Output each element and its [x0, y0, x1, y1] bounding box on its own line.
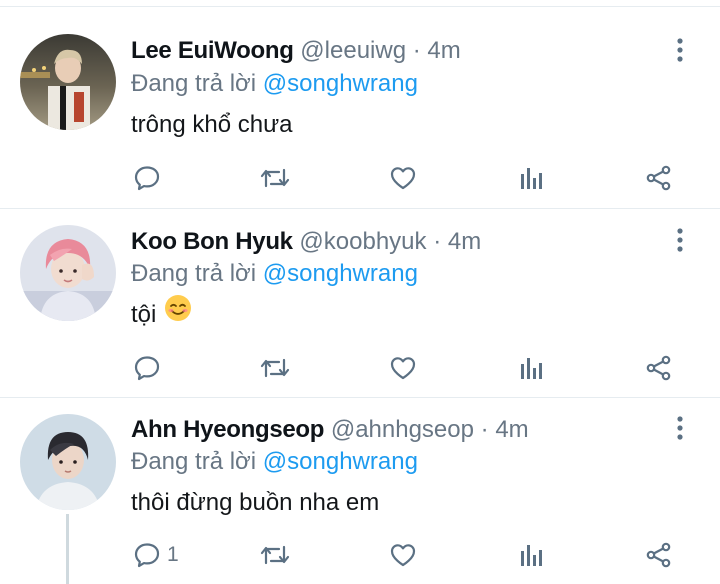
share-icon: [645, 164, 673, 192]
like-icon: [389, 541, 417, 569]
user-handle[interactable]: @ahnhgseop: [331, 416, 474, 443]
share-icon: [645, 541, 673, 569]
avatar[interactable]: [20, 414, 116, 510]
retweet-icon: [259, 541, 291, 569]
share-button[interactable]: [645, 348, 673, 388]
display-name[interactable]: Lee EuiWoong: [131, 37, 294, 64]
reply-thread: Lee EuiWoong @leeuiwg · 4m Đang trả lời …: [0, 0, 720, 584]
reply-count: 1: [167, 543, 179, 566]
reply-button[interactable]: [133, 158, 161, 198]
timestamp[interactable]: 4m: [448, 228, 481, 255]
more-options-button[interactable]: [664, 36, 696, 68]
tweet-text: tội: [131, 294, 192, 332]
retweet-icon: [259, 164, 291, 192]
analytics-button[interactable]: [519, 158, 545, 198]
like-icon: [389, 354, 417, 382]
separator-dot: ·: [480, 416, 489, 443]
share-button[interactable]: [645, 535, 673, 575]
replying-to: Đang trả lời @songhwrang: [131, 446, 418, 478]
user-handle[interactable]: @koobhyuk: [299, 228, 426, 255]
user-handle[interactable]: @leeuiwg: [300, 37, 406, 64]
reply-button[interactable]: [133, 348, 161, 388]
like-button[interactable]: [389, 158, 417, 198]
analytics-icon: [519, 355, 545, 381]
avatar[interactable]: [20, 34, 116, 130]
mention-link[interactable]: @songhwrang: [263, 260, 418, 287]
tweet-text-content: thôi đừng buồn nha em: [131, 489, 380, 516]
share-button[interactable]: [645, 158, 673, 198]
mention-link[interactable]: @songhwrang: [263, 448, 418, 475]
tweet-text: thôi đừng buồn nha em: [131, 486, 379, 520]
tweet-actions: [0, 158, 720, 198]
analytics-button[interactable]: [519, 535, 545, 575]
reply-prefix: Đang trả lời: [131, 448, 257, 475]
reply-icon: [133, 164, 161, 192]
tweet-header: Koo Bon Hyuk @koobhyuk · 4m: [131, 226, 481, 258]
tweet-header: Ahn Hyeongseop @ahnhgseop · 4m: [131, 414, 529, 446]
display-name[interactable]: Ahn Hyeongseop: [131, 416, 324, 443]
timestamp[interactable]: 4m: [427, 37, 460, 64]
share-icon: [645, 354, 673, 382]
tweet-header: Lee EuiWoong @leeuiwg · 4m: [131, 35, 461, 67]
tweet-actions: 1: [0, 535, 720, 575]
mention-link[interactable]: @songhwrang: [263, 70, 418, 97]
avatar[interactable]: [20, 225, 116, 321]
more-options-button[interactable]: [664, 414, 696, 446]
more-vertical-icon: [676, 37, 684, 67]
reply-button[interactable]: 1: [133, 535, 179, 575]
tweet-card[interactable]: Ahn Hyeongseop @ahnhgseop · 4m Đang trả …: [0, 398, 720, 584]
reply-icon: [133, 354, 161, 382]
more-options-button[interactable]: [664, 226, 696, 258]
tweet-text-content: tội: [131, 301, 157, 328]
reply-prefix: Đang trả lời: [131, 260, 257, 287]
reply-icon: [133, 541, 161, 569]
analytics-icon: [519, 165, 545, 191]
separator-dot: ·: [433, 228, 442, 255]
smiling-face-emoji: [164, 294, 192, 332]
reply-prefix: Đang trả lời: [131, 70, 257, 97]
analytics-button[interactable]: [519, 348, 545, 388]
timestamp[interactable]: 4m: [495, 416, 528, 443]
replying-to: Đang trả lời @songhwrang: [131, 258, 418, 290]
tweet-text-content: trông khổ chưa: [131, 111, 293, 138]
retweet-icon: [259, 354, 291, 382]
like-button[interactable]: [389, 535, 417, 575]
retweet-button[interactable]: [259, 158, 291, 198]
tweet-card[interactable]: Koo Bon Hyuk @koobhyuk · 4m Đang trả lời…: [0, 209, 720, 397]
tweet-actions: [0, 348, 720, 388]
replying-to: Đang trả lời @songhwrang: [131, 68, 418, 100]
display-name[interactable]: Koo Bon Hyuk: [131, 228, 293, 255]
tweet-text: trông khổ chưa: [131, 108, 293, 142]
retweet-button[interactable]: [259, 535, 291, 575]
retweet-button[interactable]: [259, 348, 291, 388]
like-icon: [389, 164, 417, 192]
separator-dot: ·: [412, 37, 421, 64]
more-vertical-icon: [676, 227, 684, 257]
analytics-icon: [519, 542, 545, 568]
more-vertical-icon: [676, 415, 684, 445]
like-button[interactable]: [389, 348, 417, 388]
tweet-card[interactable]: Lee EuiWoong @leeuiwg · 4m Đang trả lời …: [0, 0, 720, 208]
